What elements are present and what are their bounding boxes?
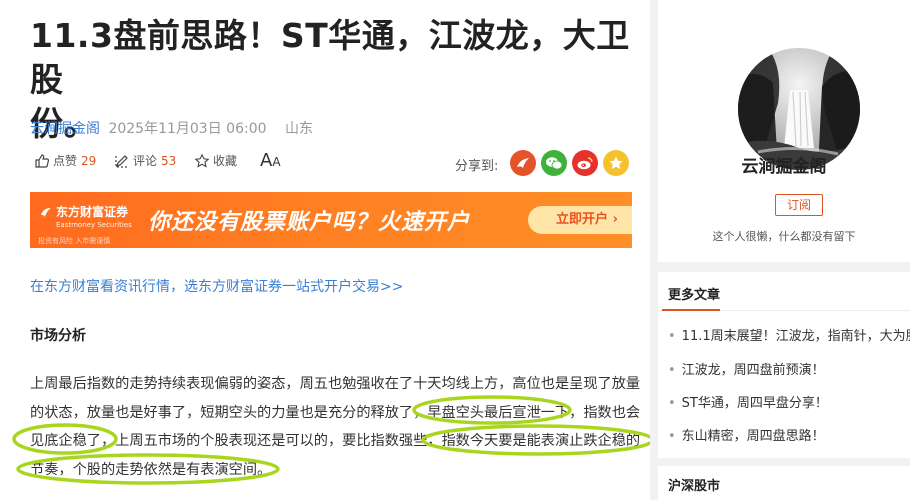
- bullet-icon: •: [668, 429, 676, 444]
- like-count: 29: [81, 153, 97, 168]
- share-wechat-button[interactable]: [541, 150, 567, 176]
- article-meta: 云涧掘金阁 2025年11月03日 06:00 山东: [30, 118, 313, 138]
- paragraph-line: 节奏，个股的走势依然是有表演空间。: [30, 461, 272, 478]
- qzone-star-icon: [609, 156, 623, 169]
- bullet-icon: •: [668, 329, 676, 344]
- edit-comment-icon: [115, 154, 128, 168]
- publish-location: 山东: [284, 121, 313, 137]
- article-link[interactable]: 11.1周末展望！江波龙，指南针，大为股: [682, 329, 910, 344]
- author-link[interactable]: 云涧掘金阁: [30, 121, 100, 137]
- comment-button[interactable]: 评论 53: [114, 152, 176, 169]
- article-link[interactable]: ST华通，周四早盘分享！: [682, 396, 828, 411]
- promo-link[interactable]: 在东方财富看资讯行情，选东方财富证券一站式开户交易>>: [30, 276, 403, 296]
- market-title: 沪深股市: [668, 479, 721, 494]
- share-label: 分享到:: [455, 159, 499, 174]
- bullet-icon: •: [668, 396, 676, 411]
- banner-slogan: 你还没有股票账户吗？火速开户: [148, 210, 471, 235]
- font-size-toggle[interactable]: AA: [260, 150, 281, 171]
- banner-brand-cn: 东方财富证券: [56, 205, 129, 219]
- like-label: 点赞: [53, 154, 78, 168]
- thumbs-up-icon: [35, 153, 50, 168]
- wechat-icon: [546, 157, 563, 170]
- banner-brand-en: Eastmoney Securities: [56, 221, 132, 229]
- list-item[interactable]: • 东山精密，周四盘思路！: [668, 425, 825, 444]
- share-guba-button[interactable]: [510, 150, 536, 176]
- article-paragraph: 上周最后指数的走势持续表现偏弱的姿态，周五也勉强收在了十天均线上方，高位也是呈现…: [30, 370, 641, 484]
- more-articles-accent: [662, 309, 720, 311]
- article-title-line1: 11.3盘前思路！ST华通，江波龙，大卫股: [30, 16, 630, 99]
- article-link[interactable]: 东山精密，周四盘思路！: [682, 429, 825, 444]
- paragraph-line: 见底企稳了，上周五市场的个股表现还是可以的，要比指数强些，指数今天要是能表演止跌…: [30, 433, 641, 449]
- font-size-small: A: [272, 155, 281, 169]
- author-name[interactable]: 云涧掘金阁: [658, 152, 910, 177]
- share-qzone-button[interactable]: [603, 150, 629, 176]
- list-item[interactable]: • ST华通，周四早盘分享！: [668, 392, 828, 411]
- bullet-icon: •: [668, 363, 676, 378]
- banner-risk-note: 投资有风险 入市需谨慎: [38, 237, 111, 245]
- article-link[interactable]: 江波龙，周四盘前预演！: [682, 363, 825, 378]
- like-button[interactable]: 点赞 29: [34, 152, 96, 169]
- list-item[interactable]: • 11.1周末展望！江波龙，指南针，大为股: [668, 325, 910, 344]
- favorite-label: 收藏: [213, 154, 238, 168]
- publish-datetime: 2025年11月03日 06:00: [108, 121, 267, 137]
- open-account-banner[interactable]: 东方财富证券 Eastmoney Securities 投资有风险 入市需谨慎 …: [30, 192, 632, 248]
- font-size-big: A: [260, 150, 273, 171]
- favorite-button[interactable]: 收藏: [194, 152, 237, 169]
- guba-icon: [517, 158, 529, 168]
- paragraph-line: 上周最后指数的走势持续表现偏弱的姿态，周五也勉强收在了十天均线上方，高位也是呈现…: [30, 376, 641, 392]
- share-weibo-button[interactable]: [572, 150, 598, 176]
- more-articles-divider: [658, 309, 910, 311]
- more-articles-title: 更多文章: [668, 288, 721, 303]
- star-icon: [194, 153, 210, 168]
- comment-label: 评论: [133, 154, 158, 168]
- open-account-button[interactable]: 立即开户 ›: [528, 206, 632, 234]
- paragraph-line: 的状态，放量也是好事了，短期空头的力量也是充分的释放了，早盘空头最后宣泄一下，指…: [30, 404, 641, 421]
- action-bar: 点赞 29 评论 53 收藏 AA 分享到:: [30, 150, 632, 176]
- eastmoney-logo-icon: [41, 208, 51, 217]
- banner-brand: 东方财富证券 Eastmoney Securities: [56, 206, 132, 232]
- weibo-icon: [577, 157, 593, 170]
- subscribe-button[interactable]: 订阅: [775, 194, 823, 216]
- comment-count: 53: [161, 153, 177, 168]
- section-title: 市场分析: [30, 328, 86, 344]
- author-bio: 这个人很懒，什么都没有留下: [712, 230, 856, 243]
- list-item[interactable]: • 江波龙，周四盘前预演！: [668, 359, 825, 378]
